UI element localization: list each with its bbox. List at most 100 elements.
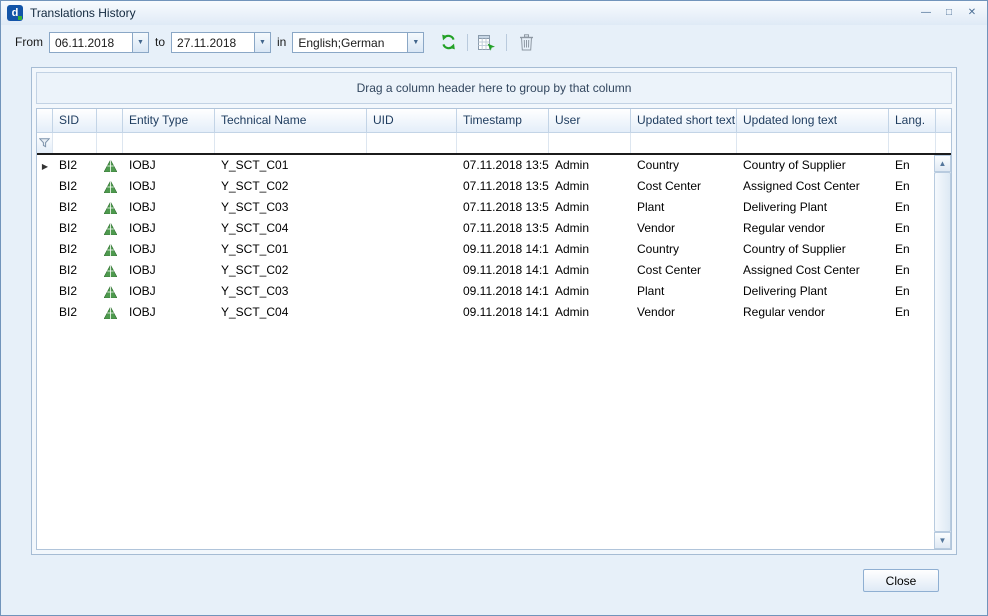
filter-cell-uid[interactable] bbox=[367, 133, 457, 153]
cell-uid bbox=[367, 218, 457, 239]
cell-lang: En bbox=[889, 239, 936, 260]
cell-timestamp: 07.11.2018 13:51 bbox=[457, 155, 549, 176]
cell-timestamp: 07.11.2018 13:51 bbox=[457, 197, 549, 218]
cell-updated-short-text: Cost Center bbox=[631, 176, 737, 197]
column-header-lang[interactable]: Lang. bbox=[889, 109, 936, 133]
language-dropdown-icon[interactable]: ▼ bbox=[407, 33, 423, 52]
close-button[interactable]: Close bbox=[863, 569, 939, 592]
cell-uid bbox=[367, 197, 457, 218]
filter-cell-sid[interactable] bbox=[53, 133, 97, 153]
filter-cell-updated-long-text[interactable] bbox=[737, 133, 889, 153]
row-indicator bbox=[37, 176, 53, 197]
window-controls: — □ ✕ bbox=[917, 5, 981, 21]
column-header-uid[interactable]: UID bbox=[367, 109, 457, 133]
maximize-button[interactable]: □ bbox=[940, 5, 958, 21]
table-row[interactable]: BI2 IOBJ Y_SCT_C04 09.11.2018 14:14 Admi… bbox=[37, 302, 934, 323]
column-header-entity-type[interactable]: Entity Type bbox=[123, 109, 215, 133]
scroll-up-icon[interactable]: ▲ bbox=[934, 155, 951, 172]
close-window-button[interactable]: ✕ bbox=[963, 5, 981, 21]
column-header-updated-short-text[interactable]: Updated short text bbox=[631, 109, 737, 133]
column-header-sid[interactable]: SID bbox=[53, 109, 97, 133]
cell-timestamp: 09.11.2018 14:14 bbox=[457, 260, 549, 281]
to-date-dropdown-icon[interactable]: ▼ bbox=[254, 33, 270, 52]
cell-entity-icon bbox=[97, 218, 123, 239]
footer-bar: Close bbox=[1, 555, 987, 615]
cell-lang: En bbox=[889, 281, 936, 302]
cell-updated-long-text: Regular vendor bbox=[737, 218, 889, 239]
cell-entity-type: IOBJ bbox=[123, 260, 215, 281]
from-date-value[interactable]: 06.11.2018 bbox=[50, 33, 132, 52]
filter-cell-lang[interactable] bbox=[889, 133, 936, 153]
cell-sid: BI2 bbox=[53, 302, 97, 323]
cell-entity-type: IOBJ bbox=[123, 197, 215, 218]
iobj-icon bbox=[104, 202, 117, 214]
cell-updated-short-text: Vendor bbox=[631, 302, 737, 323]
cell-timestamp: 09.11.2018 14:14 bbox=[457, 281, 549, 302]
row-indicator bbox=[37, 239, 53, 260]
table-row[interactable]: ▶ BI2 IOBJ Y_SCT_C01 07.11.2018 13:51 Ad… bbox=[37, 155, 934, 176]
column-header-icon[interactable] bbox=[97, 109, 123, 133]
table-row[interactable]: BI2 IOBJ Y_SCT_C02 07.11.2018 13:51 Admi… bbox=[37, 176, 934, 197]
cell-uid bbox=[367, 260, 457, 281]
filter-toolbar: From 06.11.2018 ▼ to 27.11.2018 ▼ in Eng… bbox=[1, 25, 987, 59]
column-header-technical-name[interactable]: Technical Name bbox=[215, 109, 367, 133]
group-by-panel[interactable]: Drag a column header here to group by th… bbox=[36, 72, 952, 104]
cell-updated-long-text: Assigned Cost Center bbox=[737, 260, 889, 281]
language-value[interactable]: English;German bbox=[293, 33, 407, 52]
from-date-editor[interactable]: 06.11.2018 ▼ bbox=[49, 32, 149, 53]
vertical-scrollbar[interactable]: ▲ ▼ bbox=[934, 155, 951, 549]
cell-updated-long-text: Assigned Cost Center bbox=[737, 176, 889, 197]
cell-sid: BI2 bbox=[53, 281, 97, 302]
filter-cell-entity-type[interactable] bbox=[123, 133, 215, 153]
cell-uid bbox=[367, 281, 457, 302]
filter-cell-user[interactable] bbox=[549, 133, 631, 153]
cell-technical-name: Y_SCT_C03 bbox=[215, 281, 367, 302]
column-header-updated-long-text[interactable]: Updated long text bbox=[737, 109, 889, 133]
filter-cell-timestamp[interactable] bbox=[457, 133, 549, 153]
table-row[interactable]: BI2 IOBJ Y_SCT_C03 07.11.2018 13:51 Admi… bbox=[37, 197, 934, 218]
cell-sid: BI2 bbox=[53, 218, 97, 239]
cell-user: Admin bbox=[549, 155, 631, 176]
filter-cell-updated-short-text[interactable] bbox=[631, 133, 737, 153]
cell-updated-short-text: Plant bbox=[631, 197, 737, 218]
trash-icon[interactable] bbox=[516, 32, 536, 52]
cell-updated-short-text: Country bbox=[631, 155, 737, 176]
grid-rows: ▶ BI2 IOBJ Y_SCT_C01 07.11.2018 13:51 Ad… bbox=[37, 155, 934, 323]
cell-lang: En bbox=[889, 260, 936, 281]
translations-grid: Drag a column header here to group by th… bbox=[31, 67, 957, 555]
table-row[interactable]: BI2 IOBJ Y_SCT_C02 09.11.2018 14:14 Admi… bbox=[37, 260, 934, 281]
filter-filler bbox=[936, 133, 952, 153]
cell-updated-long-text: Country of Supplier bbox=[737, 155, 889, 176]
filter-cell-icon[interactable] bbox=[97, 133, 123, 153]
cell-sid: BI2 bbox=[53, 176, 97, 197]
language-combo[interactable]: English;German ▼ bbox=[292, 32, 424, 53]
table-row[interactable]: BI2 IOBJ Y_SCT_C01 09.11.2018 14:14 Admi… bbox=[37, 239, 934, 260]
cell-timestamp: 09.11.2018 14:14 bbox=[457, 239, 549, 260]
cell-user: Admin bbox=[549, 281, 631, 302]
minimize-button[interactable]: — bbox=[917, 5, 935, 21]
cell-entity-icon bbox=[97, 239, 123, 260]
column-header-timestamp[interactable]: Timestamp bbox=[457, 109, 549, 133]
column-header-user[interactable]: User bbox=[549, 109, 631, 133]
cell-entity-icon bbox=[97, 260, 123, 281]
to-date-editor[interactable]: 27.11.2018 ▼ bbox=[171, 32, 271, 53]
export-excel-icon[interactable] bbox=[477, 32, 497, 52]
cell-technical-name: Y_SCT_C04 bbox=[215, 302, 367, 323]
refresh-icon[interactable] bbox=[438, 32, 458, 52]
table-row[interactable]: BI2 IOBJ Y_SCT_C03 09.11.2018 14:14 Admi… bbox=[37, 281, 934, 302]
to-date-value[interactable]: 27.11.2018 bbox=[172, 33, 254, 52]
header-row-indicator bbox=[37, 109, 53, 133]
table-row[interactable]: BI2 IOBJ Y_SCT_C04 07.11.2018 13:51 Admi… bbox=[37, 218, 934, 239]
from-date-dropdown-icon[interactable]: ▼ bbox=[132, 33, 148, 52]
cell-technical-name: Y_SCT_C03 bbox=[215, 197, 367, 218]
cell-entity-icon bbox=[97, 155, 123, 176]
cell-entity-icon bbox=[97, 302, 123, 323]
filter-cell-technical-name[interactable] bbox=[215, 133, 367, 153]
cell-entity-icon bbox=[97, 197, 123, 218]
scroll-down-icon[interactable]: ▼ bbox=[934, 532, 951, 549]
toolbar-separator bbox=[506, 34, 507, 51]
cell-technical-name: Y_SCT_C02 bbox=[215, 176, 367, 197]
filter-row-indicator bbox=[37, 133, 53, 153]
scrollbar-thumb[interactable] bbox=[934, 172, 951, 532]
cell-sid: BI2 bbox=[53, 155, 97, 176]
